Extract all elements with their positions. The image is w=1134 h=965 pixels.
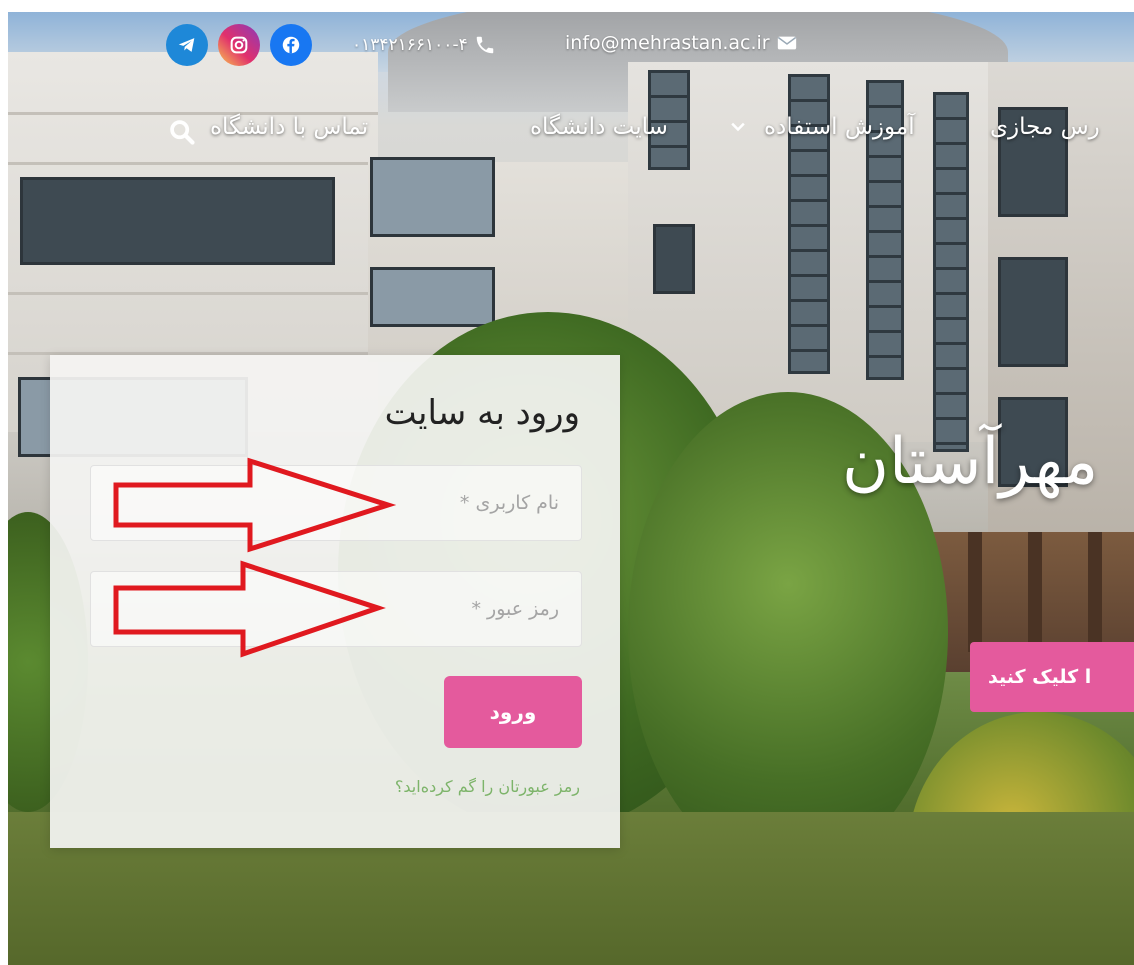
- nav-item-virtual-courses[interactable]: رس مجازی: [990, 114, 1100, 140]
- chevron-down-icon: [731, 122, 745, 132]
- nav-item-label[interactable]: سایت دانشگاه: [530, 114, 668, 140]
- contact-bar: ۰۱۳۴۲۱۶۶۱۰۰-۴ info@mehrastan.ac.ir: [0, 24, 1134, 74]
- window: [653, 224, 695, 294]
- annotation-arrow-username: [113, 457, 397, 553]
- window: [998, 257, 1068, 367]
- login-title: ورود به سایت: [384, 393, 580, 433]
- telegram-icon[interactable]: [166, 24, 208, 66]
- nav-item-label[interactable]: رس مجازی: [990, 114, 1100, 140]
- envelope-icon: [777, 36, 796, 50]
- nav-item-contact-university[interactable]: تماس با دانشگاه: [210, 114, 368, 140]
- window: [20, 177, 335, 265]
- phone-number: ۰۱۳۴۲۱۶۶۱۰۰-۴: [352, 35, 468, 55]
- cta-button[interactable]: ا کلیک کنید: [970, 642, 1134, 712]
- nav-item-label[interactable]: آموزش استفاده: [764, 114, 915, 140]
- instagram-icon[interactable]: [218, 24, 260, 66]
- nav-item-university-site[interactable]: سایت دانشگاه: [530, 114, 668, 140]
- phone-contact: ۰۱۳۴۲۱۶۶۱۰۰-۴: [352, 34, 496, 56]
- email-address[interactable]: info@mehrastan.ac.ir: [565, 32, 770, 54]
- nav-item-usage-tutorial[interactable]: آموزش استفاده: [728, 114, 915, 140]
- nav-item-label[interactable]: تماس با دانشگاه: [210, 114, 368, 140]
- hero-title: مهرآستان: [842, 425, 1099, 499]
- email-contact[interactable]: info@mehrastan.ac.ir: [565, 32, 798, 54]
- phone-icon: [476, 36, 493, 54]
- login-button[interactable]: ورود: [444, 676, 582, 748]
- search-icon[interactable]: [168, 118, 196, 146]
- facebook-icon[interactable]: [270, 24, 312, 66]
- forgot-password-link[interactable]: رمز عبورتان را گم کرده‌اید؟: [395, 777, 580, 796]
- window: [370, 267, 495, 327]
- main-nav: رس مجازی آموزش استفاده سایت دانشگاه تماس…: [0, 100, 1134, 170]
- annotation-arrow-password: [113, 560, 386, 658]
